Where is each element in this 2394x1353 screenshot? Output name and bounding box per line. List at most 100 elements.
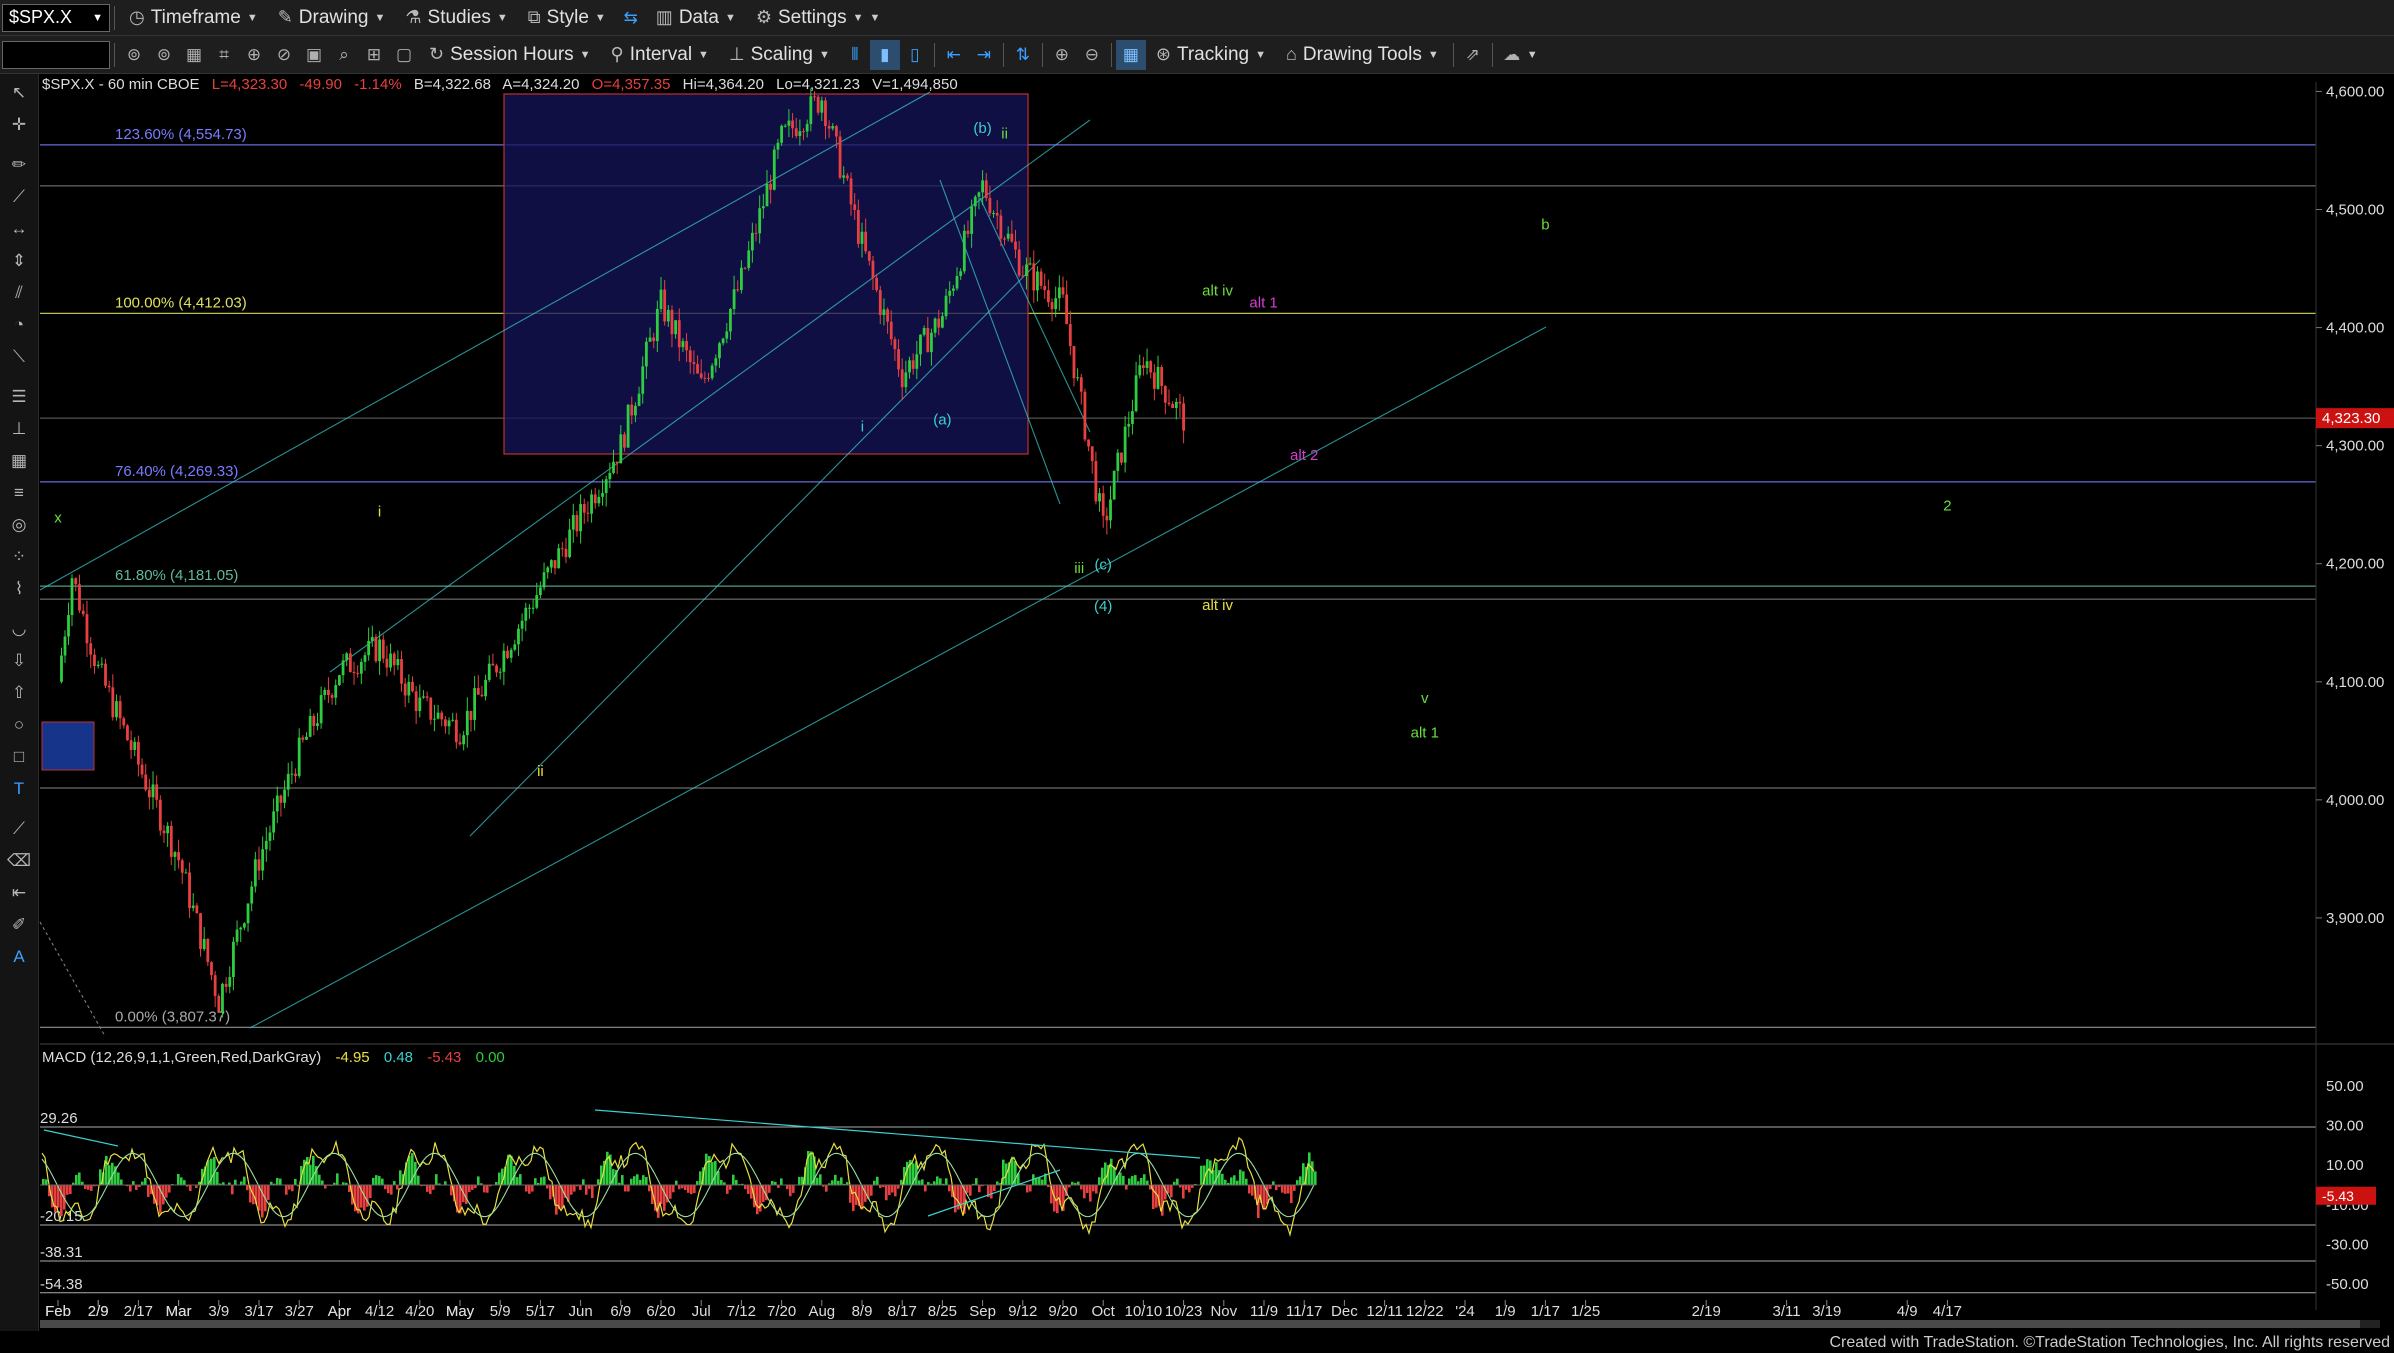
bar-style-icon[interactable]: ⦀ <box>840 40 870 70</box>
rectangle-icon[interactable]: □ <box>6 744 32 770</box>
macd-histogram-bar <box>840 1177 843 1185</box>
tracking-menu[interactable]: ⊛ Tracking ▼ <box>1146 36 1276 73</box>
link-icon[interactable]: ⊚ <box>119 40 149 70</box>
candlestick-icon[interactable]: ▮ <box>869 39 900 70</box>
macd-histogram-bar <box>720 1179 723 1185</box>
timeframe-menu[interactable]: ◷ Timeframe ▼ <box>119 0 268 35</box>
studies-menu[interactable]: ⚗ Studies ▼ <box>395 0 517 35</box>
macd-histogram-bar <box>876 1176 879 1185</box>
channel-icon[interactable]: ⫽ <box>6 280 32 306</box>
magnet-icon[interactable]: ⊕ <box>239 40 269 70</box>
fib-time-icon[interactable]: ⊥ <box>6 416 32 442</box>
candle-body <box>1072 345 1076 379</box>
drawing-tools-menu[interactable]: ⌂ Drawing Tools ▼ <box>1276 36 1449 73</box>
macd-histogram-bar <box>945 1178 948 1185</box>
fib-icon[interactable]: ☰ <box>6 384 32 410</box>
chart-canvas[interactable]: 123.60% (4,554.73) 100.00% (4,412.03) 76.4… <box>0 0 2394 1353</box>
trendline-icon[interactable]: ⟋ <box>6 184 32 210</box>
candle-body <box>590 494 593 514</box>
brush-icon[interactable]: ✏ <box>6 152 32 178</box>
macd-histogram-bar <box>486 1185 489 1193</box>
symbol-text: $SPX.X <box>9 7 73 27</box>
price-axis-label: 4,500.00 <box>2326 202 2384 219</box>
disk-icon[interactable]: ▣ <box>299 40 329 70</box>
time-axis-label: 2/19 <box>1692 1303 1721 1320</box>
svg-text:MACD (12,26,9,1,1,Green,Red,Da: MACD (12,26,9,1,1,Green,Red,DarkGray) -4… <box>42 1049 505 1066</box>
candle-body <box>655 308 659 342</box>
macd-histogram-bar <box>1269 1185 1272 1190</box>
dots-icon[interactable]: ⁘ <box>6 544 32 570</box>
hollow-candle-icon[interactable]: ▯ <box>900 40 930 70</box>
paint-icon[interactable]: ✐ <box>6 912 32 938</box>
settings-menu[interactable]: ⚙ Settings ▼ ▼ <box>746 0 891 35</box>
eraser-icon[interactable]: ⌫ <box>6 848 32 874</box>
text-style-icon[interactable]: A <box>6 944 32 970</box>
interval-input[interactable] <box>2 40 110 69</box>
export-icon[interactable]: ⇗ <box>1458 40 1488 70</box>
interval-menu[interactable]: ⚲ Interval ▼ <box>601 36 719 73</box>
style-menu[interactable]: ⧉ Style ▼ <box>518 0 616 35</box>
hline-icon[interactable]: ↔ <box>6 216 32 242</box>
time-axis-label: 8/25 <box>928 1303 957 1320</box>
candle-body <box>1116 452 1120 471</box>
grid-icon[interactable]: ▦ <box>1115 39 1146 70</box>
link-icon[interactable]: ⊚ <box>149 40 179 70</box>
cycle-icon[interactable]: ◎ <box>6 512 32 538</box>
macd-histogram-bar <box>921 1179 924 1185</box>
macd-histogram-bar <box>267 1185 270 1200</box>
macd-histogram-bar <box>642 1175 645 1185</box>
candle-body <box>115 701 118 718</box>
arc-icon[interactable]: ◡ <box>6 616 32 642</box>
macd-histogram-bar <box>990 1185 993 1199</box>
chevron-down-icon[interactable]: ▼ <box>1527 49 1538 61</box>
window-icon[interactable]: ▢ <box>389 40 419 70</box>
ray-icon[interactable]: ⟍ <box>6 344 32 370</box>
cursor-icon[interactable]: ⊘ <box>269 40 299 70</box>
vline-icon[interactable]: ⇕ <box>6 248 32 274</box>
macd-histogram-bar <box>519 1174 522 1185</box>
macd-histogram-bar <box>1239 1169 1242 1185</box>
ruler-icon[interactable]: ⟋ <box>6 816 32 842</box>
ellipse-icon[interactable]: ○ <box>6 712 32 738</box>
arrow-down-icon[interactable]: ⇩ <box>6 648 32 674</box>
candle-body <box>487 663 491 680</box>
chart-type-icon[interactable]: ⌗ <box>209 40 239 70</box>
layout-icon[interactable]: ⇆ <box>616 3 646 33</box>
options-icon[interactable]: ⊞ <box>359 40 389 70</box>
symbol-input[interactable]: $SPX.X ▼ <box>2 3 110 32</box>
snap-icon[interactable]: ⇤ <box>6 880 32 906</box>
split-icon[interactable]: ⇅ <box>1008 40 1038 70</box>
candle-body <box>210 962 213 976</box>
arrow-up-icon[interactable]: ⇧ <box>6 680 32 706</box>
macd-histogram-bar <box>336 1173 339 1185</box>
candle-body <box>133 741 137 750</box>
drawing-menu[interactable]: ✎ Drawing ▼ <box>268 0 396 35</box>
macd-level-label: -38.31 <box>40 1244 83 1261</box>
candle-body <box>458 742 462 745</box>
candle-body <box>228 977 232 987</box>
crosshair-icon[interactable]: ✛ <box>6 112 32 138</box>
time-axis-label: 4/17 <box>1933 1303 1962 1320</box>
lines-icon[interactable]: ≡ <box>6 480 32 506</box>
candle-body <box>670 309 674 335</box>
session-hours-menu[interactable]: ↻ Session Hours ▼ <box>419 36 601 73</box>
scrollbar-thumb[interactable] <box>40 1320 2360 1328</box>
regression-icon[interactable]: ⌇ <box>6 576 32 602</box>
scaling-menu[interactable]: ⊥ Scaling ▼ <box>719 36 840 73</box>
cloud-icon[interactable]: ☁ <box>1497 40 1527 70</box>
wave-label: alt 1 <box>1411 724 1439 741</box>
header-bid: B=4,322.68 <box>414 76 491 93</box>
gann-icon[interactable]: ◔ <box>6 312 32 338</box>
calendar-icon[interactable]: ▦ <box>179 40 209 70</box>
scroll-left-icon[interactable]: ⇤ <box>939 40 969 70</box>
candle-body <box>469 710 473 720</box>
candle-body <box>96 664 100 667</box>
text-icon[interactable]: T <box>6 776 32 802</box>
scroll-right-icon[interactable]: ⇥ <box>969 40 999 70</box>
grid-tool-icon[interactable]: ▦ <box>6 448 32 474</box>
zoom-in-icon[interactable]: ⊕ <box>1047 40 1077 70</box>
pointer-icon[interactable]: ↖ <box>6 80 32 106</box>
data-menu[interactable]: ▥ Data ▼ <box>646 0 746 35</box>
zoom-out-icon[interactable]: ⊖ <box>1077 40 1107 70</box>
search-icon[interactable]: ⌕ <box>329 40 359 70</box>
